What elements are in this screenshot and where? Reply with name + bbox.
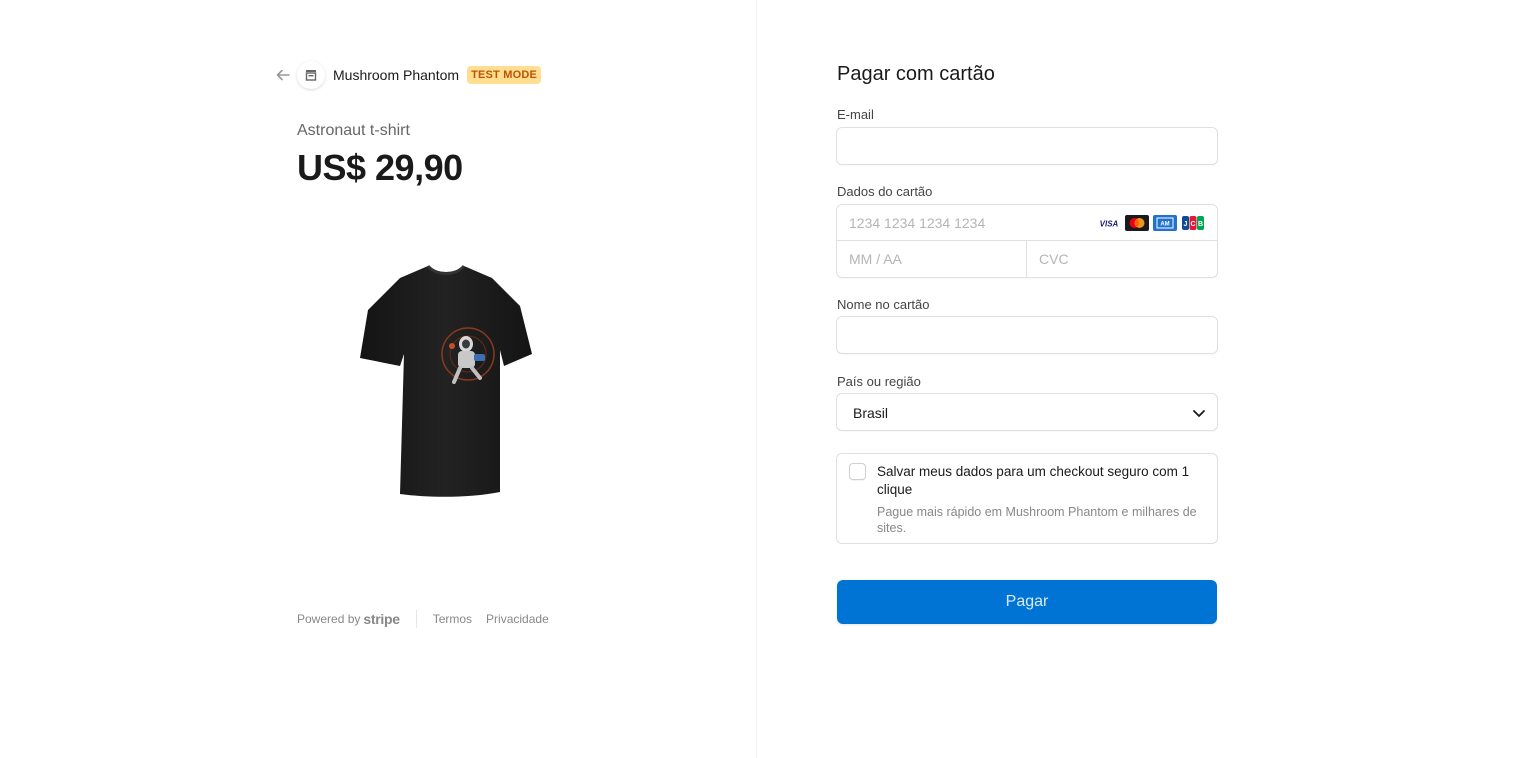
save-info-checkbox[interactable]	[849, 463, 866, 480]
card-details-group: 1234 1234 1234 1234 VISA AM JCB MM / AA …	[836, 204, 1218, 278]
card-details-label: Dados do cartão	[837, 184, 933, 199]
svg-text:J: J	[1184, 221, 1188, 228]
card-number-field[interactable]: 1234 1234 1234 1234 VISA AM JCB	[837, 205, 1217, 241]
svg-text:VISA: VISA	[1100, 220, 1119, 229]
product-summary-panel: Mushroom Phantom TEST MODE Astronaut t-s…	[0, 0, 757, 758]
powered-by-stripe[interactable]: Powered by stripe	[297, 611, 400, 627]
store-icon	[297, 61, 325, 89]
cardholder-name-label: Nome no cartão	[837, 297, 930, 312]
checkout-footer: Powered by stripe Termos Privacidade	[297, 610, 563, 628]
email-field[interactable]	[836, 127, 1218, 165]
footer-divider	[415, 610, 417, 628]
svg-text:C: C	[1190, 221, 1195, 228]
chevron-down-icon	[1191, 405, 1207, 421]
arrow-left-icon[interactable]	[274, 66, 292, 84]
merchant-header: Mushroom Phantom TEST MODE	[274, 61, 542, 89]
save-info-title: Salvar meus dados para um checkout segur…	[877, 464, 1190, 497]
email-label: E-mail	[837, 107, 874, 122]
test-mode-badge: TEST MODE	[467, 66, 542, 84]
visa-icon: VISA	[1097, 215, 1121, 231]
privacy-link[interactable]: Privacidade	[486, 612, 549, 626]
country-select[interactable]: Brasil	[836, 393, 1218, 431]
product-price: US$ 29,90	[297, 147, 463, 188]
country-label: País ou região	[837, 374, 921, 389]
card-brand-logos: VISA AM JCB	[1097, 215, 1205, 231]
svg-text:B: B	[1198, 221, 1203, 228]
mastercard-icon	[1125, 215, 1149, 231]
svg-text:AM: AM	[1160, 222, 1169, 228]
stripe-logo: stripe	[363, 611, 400, 627]
expiry-placeholder: MM / AA	[849, 251, 902, 267]
form-title: Pagar com cartão	[837, 63, 995, 85]
terms-link[interactable]: Termos	[433, 612, 472, 626]
product-name: Astronaut t-shirt	[297, 122, 410, 139]
pay-button-label: Pagar	[1005, 593, 1049, 610]
merchant-name: Mushroom Phantom	[333, 67, 460, 83]
save-info-description: Pague mais rápido em Mushroom Phantom e …	[877, 505, 1197, 535]
cvc-field[interactable]: CVC	[1027, 241, 1217, 277]
cardholder-name-field[interactable]	[836, 316, 1218, 354]
jcb-icon: JCB	[1181, 215, 1205, 231]
cvc-placeholder: CVC	[1039, 251, 1069, 267]
country-select-value: Brasil	[853, 405, 889, 421]
pay-button[interactable]: Pagar	[837, 580, 1217, 624]
tshirt-image	[340, 250, 550, 510]
amex-icon: AM	[1153, 215, 1177, 231]
card-number-placeholder: 1234 1234 1234 1234	[849, 215, 986, 231]
powered-by-label: Powered by	[297, 612, 361, 626]
save-info-box: Salvar meus dados para um checkout segur…	[836, 453, 1218, 544]
expiry-field[interactable]: MM / AA	[837, 241, 1027, 277]
